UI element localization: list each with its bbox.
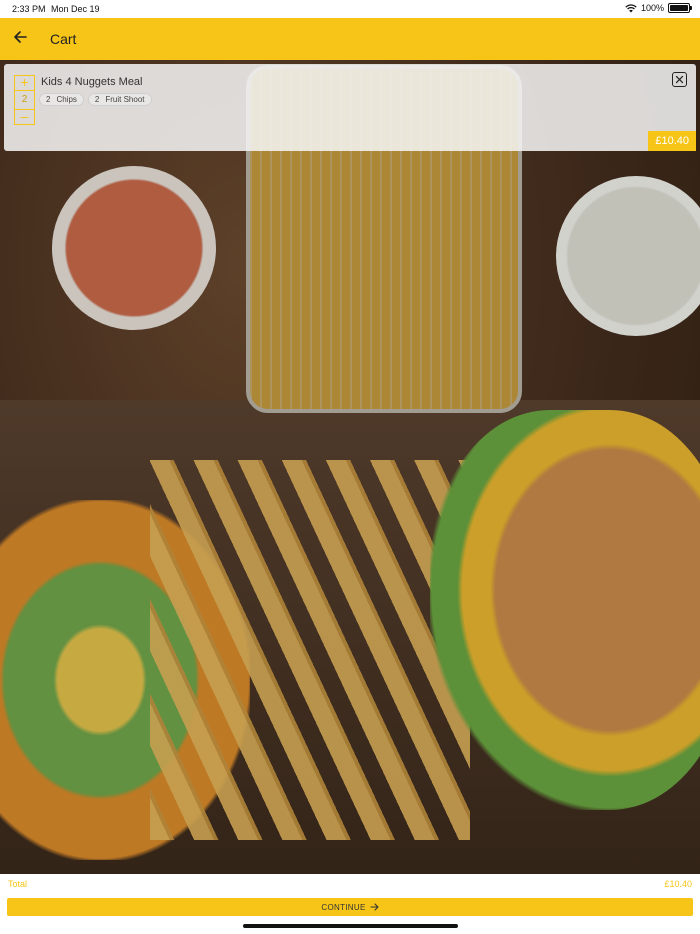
modifier-chip: 2 Fruit Shoot xyxy=(87,93,152,106)
close-icon[interactable] xyxy=(672,72,687,87)
battery-icon xyxy=(668,3,692,13)
home-indicator xyxy=(243,924,458,928)
item-name: Kids 4 Nuggets Meal xyxy=(41,76,143,88)
cart-item: + 2 – Kids 4 Nuggets Meal 2 Chips 2 Frui… xyxy=(4,64,696,151)
total-label: Total xyxy=(8,879,28,889)
decrement-button[interactable]: – xyxy=(14,109,35,125)
total-value: £10.40 xyxy=(664,879,692,889)
modifier-qty: 2 xyxy=(46,95,51,104)
continue-label: CONTINUE xyxy=(321,902,366,912)
status-date: Mon Dec 19 xyxy=(51,4,100,14)
increment-button[interactable]: + xyxy=(14,75,35,91)
app-header: Cart xyxy=(0,18,700,60)
wifi-icon xyxy=(625,3,637,12)
modifier-name: Fruit Shoot xyxy=(105,95,145,104)
continue-button[interactable]: CONTINUE xyxy=(7,898,693,916)
modifier-name: Chips xyxy=(56,95,77,104)
quantity-stepper: + 2 – xyxy=(14,75,35,125)
battery-percent: 100% xyxy=(640,3,664,13)
item-price: £10.40 xyxy=(648,131,696,151)
food-background-image xyxy=(0,60,700,874)
status-right: 100% xyxy=(625,3,692,13)
modifier-chip: 2 Chips xyxy=(39,93,84,106)
arrow-left-icon[interactable] xyxy=(12,29,28,45)
page-title: Cart xyxy=(50,31,77,47)
total-row: Total £10.40 xyxy=(0,874,700,894)
arrow-right-icon xyxy=(370,903,379,911)
modifier-list: 2 Chips 2 Fruit Shoot xyxy=(39,93,152,106)
status-bar: 2:33 PM Mon Dec 19 100% xyxy=(0,0,700,18)
status-time: 2:33 PM xyxy=(12,4,46,14)
quantity-value: 2 xyxy=(14,91,35,109)
modifier-qty: 2 xyxy=(94,95,100,104)
